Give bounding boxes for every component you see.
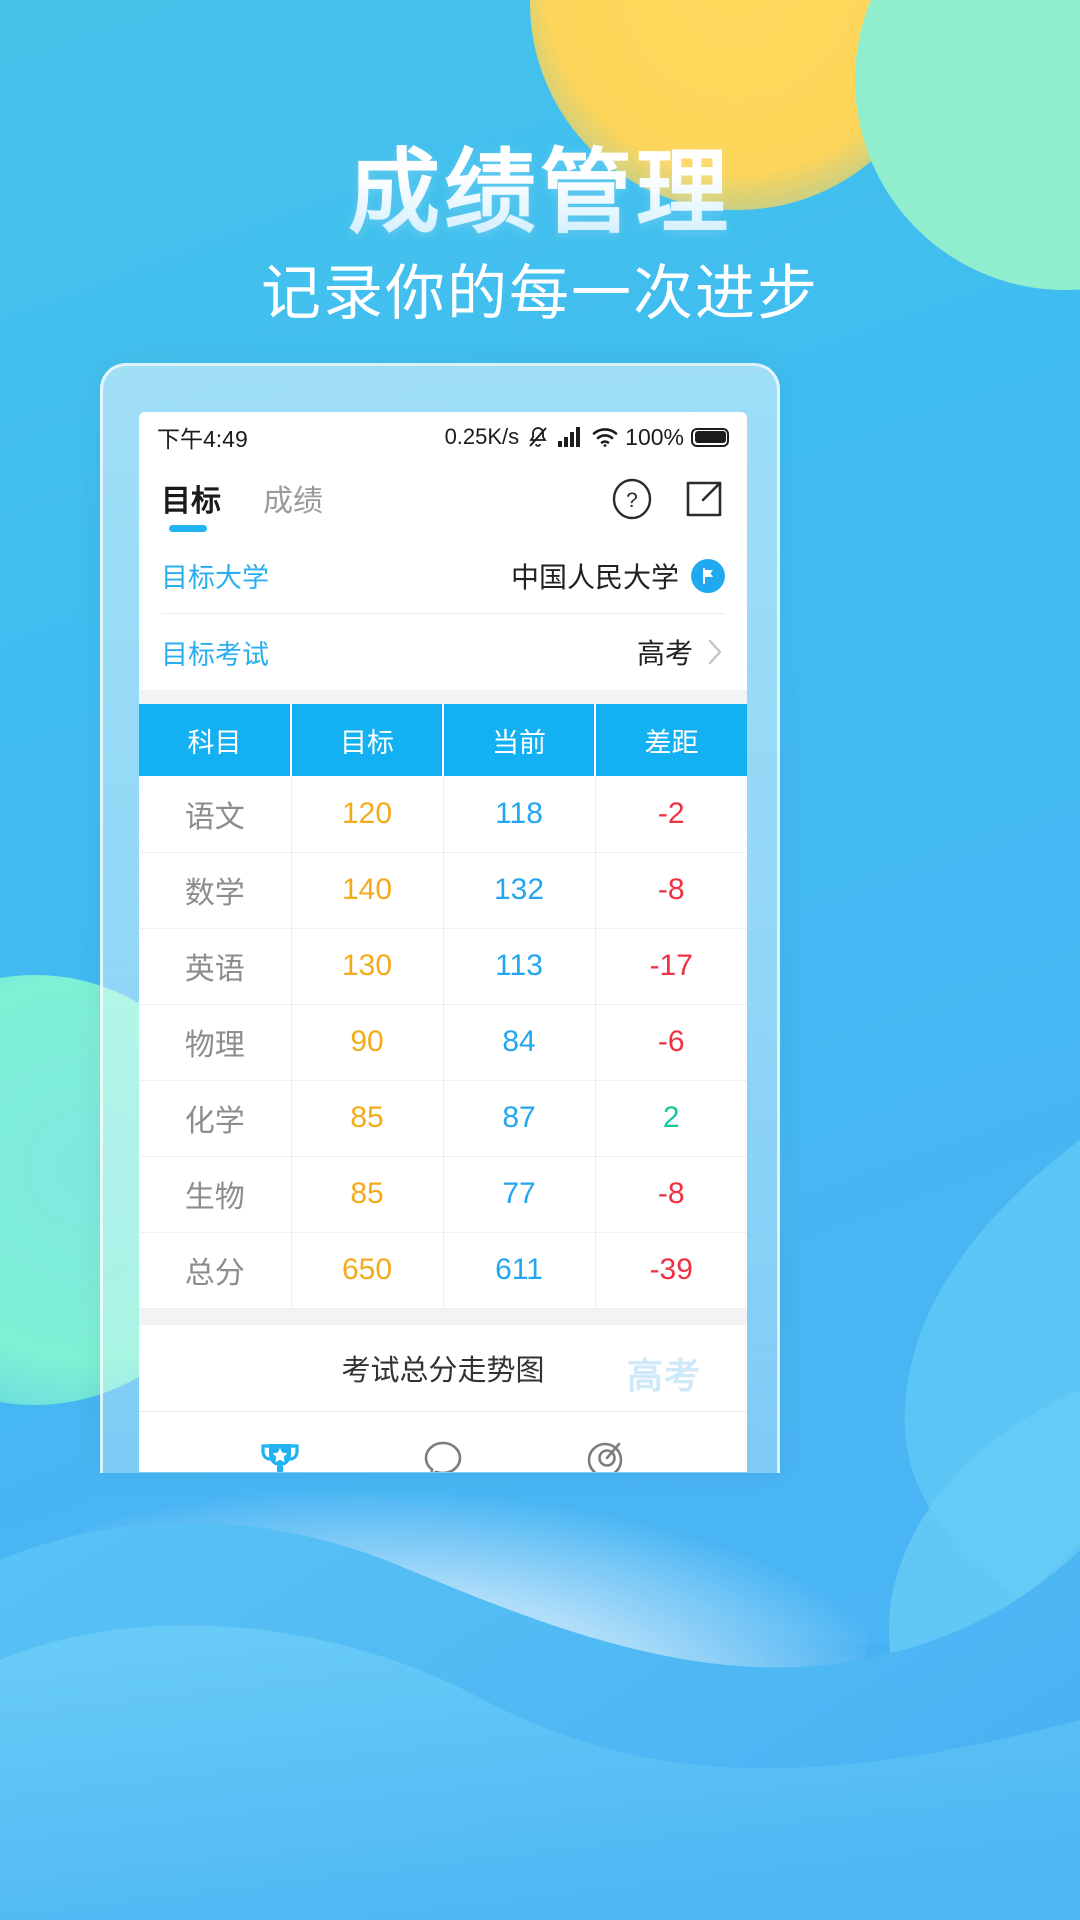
promo-page: 成绩管理 记录你的每一次进步 下午4:49 0.25K/s 100% 目标 成绩… — [0, 0, 1080, 1920]
cell-current: 113 — [443, 928, 596, 1005]
target-exam-label: 目标考试 — [161, 639, 269, 670]
cell-gap: -17 — [595, 928, 747, 1005]
tab-goal-label: 目标 — [161, 485, 221, 518]
cell-current: 132 — [443, 852, 596, 929]
chevron-right-icon[interactable] — [705, 636, 725, 668]
table-row[interactable]: 语文 120 118 -2 — [139, 776, 747, 853]
cell-subject: 物理 — [139, 1004, 292, 1081]
cell-gap: 2 — [595, 1080, 747, 1157]
cell-target: 90 — [291, 1004, 444, 1081]
chart-title-label: 考试总分走势图 — [341, 1354, 545, 1387]
row-target-university[interactable]: 目标大学 中国人民大学 — [161, 538, 725, 614]
cell-current: 84 — [443, 1004, 596, 1081]
wifi-icon — [592, 426, 618, 448]
cell-subject: 化学 — [139, 1080, 292, 1157]
table-row[interactable]: 物理 90 84 -6 — [139, 1004, 747, 1081]
cell-gap: -2 — [595, 776, 747, 853]
status-time: 下午4:49 — [157, 426, 248, 452]
svg-text:?: ? — [626, 489, 638, 512]
score-table: 科目 目标 当前 差距 语文 120 118 -2 数学 140 132 -8 … — [139, 704, 747, 1309]
section-divider — [139, 690, 747, 704]
bottom-nav-bar — [139, 1410, 747, 1472]
col-subject: 科目 — [139, 704, 292, 776]
bell-muted-icon — [526, 425, 550, 449]
app-watermark: 高考 — [626, 1354, 701, 1396]
target-camera-icon[interactable] — [582, 1435, 630, 1472]
cell-subject: 生物 — [139, 1156, 292, 1233]
tab-scores-label: 成绩 — [263, 485, 323, 518]
cellular-signal-icon — [557, 426, 585, 448]
chart-divider — [139, 1308, 747, 1325]
tab-goal[interactable]: 目标 — [161, 476, 221, 532]
table-header-row: 科目 目标 当前 差距 — [139, 704, 747, 776]
cell-target: 130 — [291, 928, 444, 1005]
cell-gap: -39 — [595, 1232, 747, 1309]
cell-current: 87 — [443, 1080, 596, 1157]
cell-target: 85 — [291, 1080, 444, 1157]
col-current: 当前 — [443, 704, 596, 776]
cell-gap: -6 — [595, 1004, 747, 1081]
network-speed-label: 0.25K/s — [444, 424, 520, 449]
help-icon[interactable]: ? — [611, 478, 653, 520]
target-university-label: 目标大学 — [161, 563, 269, 593]
cell-gap: -8 — [595, 852, 747, 929]
target-university-value: 中国人民大学 — [510, 561, 679, 593]
battery-full-icon — [691, 427, 729, 447]
col-target: 目标 — [291, 704, 444, 776]
cell-target: 140 — [291, 852, 444, 929]
cell-current: 77 — [443, 1156, 596, 1233]
phone-mockup: 下午4:49 0.25K/s 100% 目标 成绩 ? 目标大学 中国人民大学 … — [100, 363, 780, 1473]
table-row[interactable]: 总分 650 611 -39 — [139, 1232, 747, 1309]
target-exam-value: 高考 — [636, 638, 693, 669]
cell-gap: -8 — [595, 1156, 747, 1233]
cell-target: 120 — [291, 776, 444, 853]
cell-subject: 英语 — [139, 928, 292, 1005]
battery-percent-label: 100% — [625, 423, 684, 450]
chart-section-header: 考试总分走势图 高考 — [139, 1325, 747, 1411]
tab-scores[interactable]: 成绩 — [263, 476, 323, 532]
chat-bubble-icon[interactable] — [419, 1435, 467, 1472]
tab-bar: 目标 成绩 ? — [139, 462, 747, 538]
status-bar: 下午4:49 0.25K/s 100% — [139, 412, 747, 462]
cell-target: 650 — [291, 1232, 444, 1309]
phone-screen: 下午4:49 0.25K/s 100% 目标 成绩 ? 目标大学 中国人民大学 … — [139, 412, 747, 1472]
cell-subject: 数学 — [139, 852, 292, 929]
flag-badge-icon[interactable] — [691, 558, 725, 593]
table-row[interactable]: 化学 85 87 2 — [139, 1080, 747, 1157]
tab-actions: ? — [611, 476, 725, 520]
page-subtitle: 记录你的每一次进步 — [261, 260, 819, 327]
trophy-icon[interactable] — [256, 1435, 304, 1472]
cell-current: 611 — [443, 1232, 596, 1309]
cell-subject: 语文 — [139, 776, 292, 853]
col-gap: 差距 — [595, 704, 747, 776]
cell-subject: 总分 — [139, 1232, 292, 1309]
table-row[interactable]: 生物 85 77 -8 — [139, 1156, 747, 1233]
table-row[interactable]: 英语 130 113 -17 — [139, 928, 747, 1005]
cell-target: 85 — [291, 1156, 444, 1233]
page-title: 成绩管理 — [0, 118, 1080, 251]
table-row[interactable]: 数学 140 132 -8 — [139, 852, 747, 929]
cell-current: 118 — [443, 776, 596, 853]
row-target-exam[interactable]: 目标考试 高考 — [161, 614, 725, 690]
share-external-icon[interactable] — [683, 478, 725, 520]
